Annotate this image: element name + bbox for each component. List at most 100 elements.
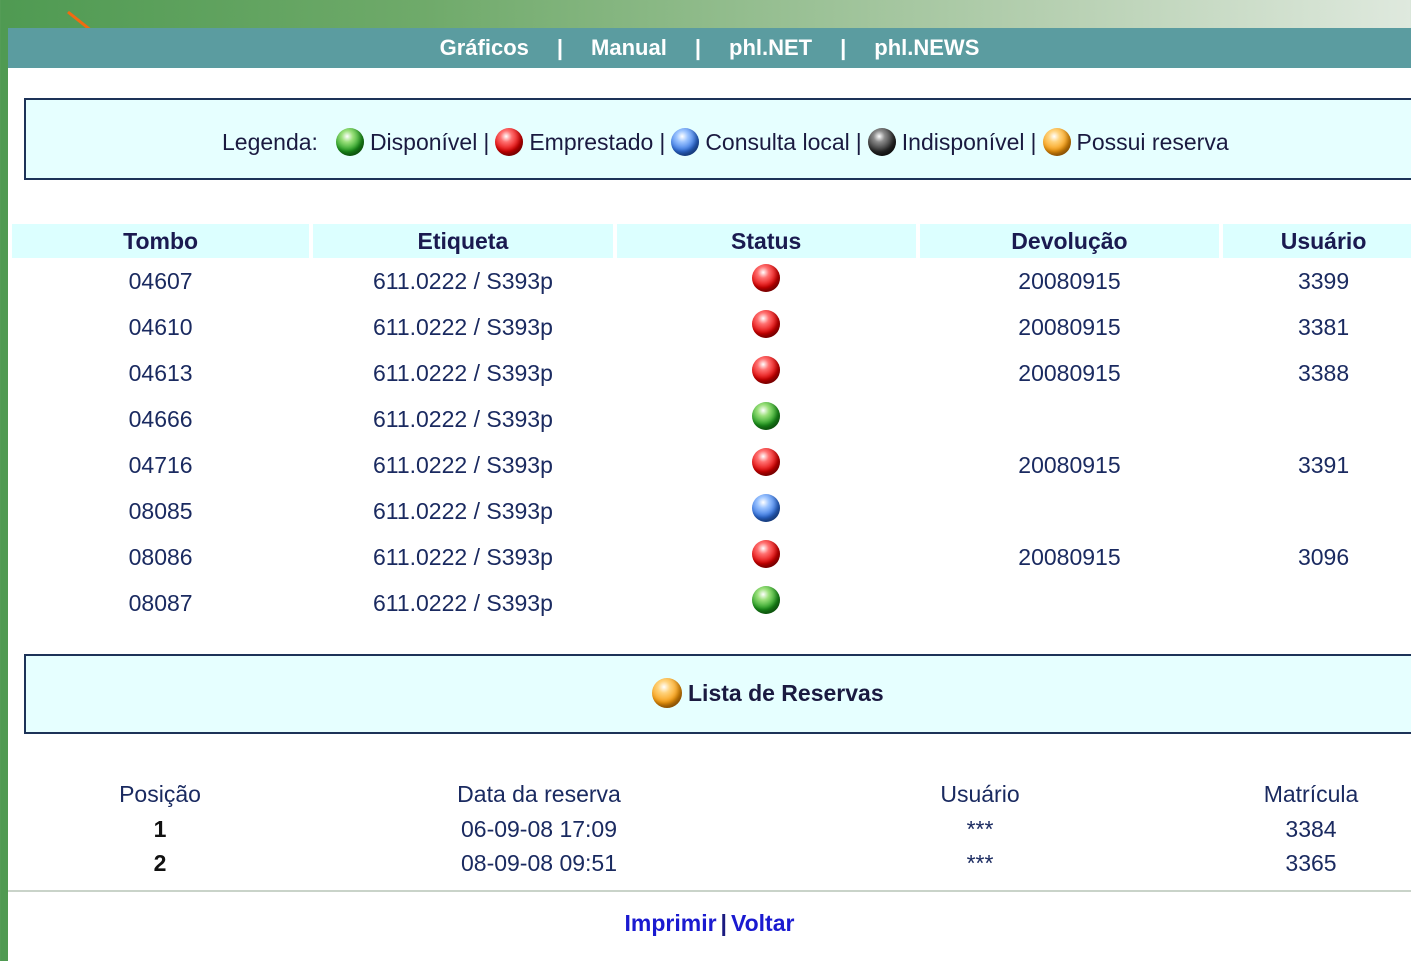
cell-usuario: *** — [966, 815, 994, 842]
cell-status — [617, 488, 916, 534]
header-usuario: Usuário — [1223, 224, 1411, 258]
cell-devolucao: 20080915 — [1018, 451, 1121, 478]
cell-status — [617, 534, 916, 580]
top-navigation: Gráficos | Manual | phl.NET | phl.NEWS — [8, 28, 1411, 68]
nav-separator: | — [694, 35, 701, 60]
cell-usuario: 3391 — [1297, 451, 1350, 478]
black-ball-icon — [867, 128, 896, 156]
cell-etiqueta: 611.0222 / S393p — [372, 497, 553, 524]
legend-item-emprestado: Emprestado | — [489, 128, 665, 156]
copies-table: Tombo Etiqueta Status Devolução Usuário … — [8, 224, 1411, 626]
header-matricula: Matrícula — [1263, 780, 1359, 807]
cell-etiqueta: 611.0222 / S393p — [372, 589, 553, 616]
cell-data-reserva: 08-09-08 09:51 — [460, 849, 617, 876]
cell-etiqueta: 611.0222 / S393p — [372, 359, 553, 386]
cell-etiqueta: 611.0222 / S393p — [372, 543, 553, 570]
red-ball-icon — [495, 128, 524, 156]
legend-label: Possui reserva — [1076, 128, 1229, 155]
header-status: Status — [616, 224, 916, 258]
cell-devolucao: 20080915 — [1018, 267, 1121, 294]
reservations-table: Posição Data da reserva Usuário Matrícul… — [8, 776, 1411, 880]
cell-devolucao — [920, 396, 1219, 442]
red-ball-icon — [752, 310, 781, 338]
legend-item-consulta-local: Consulta local | — [665, 128, 862, 156]
page: Gráficos | Manual | phl.NET | phl.NEWS L… — [8, 28, 1411, 961]
cell-status — [617, 396, 916, 442]
reservations-heading: Lista de Reservas — [652, 678, 884, 708]
header-devolucao: Devolução — [919, 224, 1220, 258]
legend-label: Disponível — [369, 128, 478, 155]
table-row: 08086 611.0222 / S393p 20080915 3096 — [12, 534, 1411, 580]
cell-devolucao — [920, 488, 1219, 534]
cell-matricula: 3365 — [1285, 849, 1337, 876]
cell-tombo: 08085 — [128, 497, 193, 524]
nav-separator: | — [556, 35, 564, 60]
orange-ball-icon — [1042, 128, 1071, 156]
cell-data-reserva: 06-09-08 17:09 — [460, 815, 617, 842]
legend-label: Consulta local — [705, 128, 850, 155]
header-etiqueta: Etiqueta — [313, 224, 613, 258]
footer-links: Imprimir | Voltar — [8, 910, 1411, 937]
cell-usuario — [1223, 580, 1411, 626]
cell-tombo: 08086 — [128, 543, 193, 570]
nav-link-phl-net[interactable]: phl.NET — [729, 35, 812, 61]
cell-devolucao: 20080915 — [1018, 359, 1121, 386]
cell-tombo: 04607 — [128, 267, 193, 294]
table-row: 08085 611.0222 / S393p — [12, 488, 1411, 534]
legend-label: Emprestado — [529, 128, 654, 155]
green-ball-icon — [335, 128, 364, 156]
red-ball-icon — [752, 264, 781, 292]
cell-tombo: 04610 — [128, 313, 193, 340]
header-usuario: Usuário — [940, 780, 1020, 807]
legend-heading: Legenda: — [222, 128, 318, 155]
table-row: 04666 611.0222 / S393p — [12, 396, 1411, 442]
cell-etiqueta: 611.0222 / S393p — [372, 267, 553, 294]
cell-usuario: 3096 — [1297, 543, 1350, 570]
print-link[interactable]: Imprimir — [625, 910, 717, 936]
cell-tombo: 04613 — [128, 359, 193, 386]
legend-label: Indisponível — [901, 128, 1025, 155]
reservations-title: Lista de Reservas — [688, 679, 884, 706]
cell-usuario — [1223, 488, 1411, 534]
cell-tombo: 08087 — [128, 589, 193, 616]
red-ball-icon — [752, 356, 781, 384]
legend: Legenda: Disponível | Emprestado | Consu… — [222, 128, 1229, 156]
copies-body: 04607 611.0222 / S393p 20080915 3399 04610 61… — [12, 258, 1411, 626]
legend-item-indisponivel: Indisponível | — [862, 128, 1037, 156]
table-row: 04613 611.0222 / S393p 20080915 3388 — [12, 350, 1411, 396]
copies-header-row: Tombo Etiqueta Status Devolução Usuário — [12, 224, 1411, 258]
cell-usuario — [1223, 396, 1411, 442]
cell-usuario: 3399 — [1297, 267, 1350, 294]
cell-usuario: 3381 — [1297, 313, 1350, 340]
cell-status — [617, 580, 916, 626]
legend-item-possui-reserva: Possui reserva — [1037, 128, 1229, 156]
reservations-box: Lista de Reservas — [24, 654, 1411, 734]
blue-ball-icon — [671, 128, 700, 156]
header-tombo: Tombo — [12, 224, 310, 258]
nav-link-phl-news[interactable]: phl.NEWS — [874, 35, 979, 61]
nav-separator: | — [840, 35, 847, 60]
reservations-body: 1 06-09-08 17:09 *** 3384 2 08-09-08 09:51 ***… — [8, 812, 1411, 880]
blue-ball-icon — [752, 494, 781, 522]
cell-etiqueta: 611.0222 / S393p — [372, 405, 553, 432]
cell-status — [617, 258, 916, 304]
legend-box: Legenda: Disponível | Emprestado | Consu… — [24, 98, 1411, 180]
table-row: 04610 611.0222 / S393p 20080915 3381 — [12, 304, 1411, 350]
cell-posicao: 2 — [153, 849, 167, 876]
back-link[interactable]: Voltar — [731, 910, 794, 936]
cell-tombo: 04716 — [128, 451, 193, 478]
red-ball-icon — [752, 540, 781, 568]
nav-link-graficos[interactable]: Gráficos — [440, 35, 529, 61]
cell-tombo: 04666 — [128, 405, 193, 432]
cell-matricula: 3384 — [1285, 815, 1337, 842]
cell-status — [617, 304, 916, 350]
legend-item-disponivel: Disponível | — [330, 128, 489, 156]
cell-devolucao — [920, 580, 1219, 626]
green-ball-icon — [752, 402, 781, 430]
green-ball-icon — [752, 586, 781, 614]
cell-devolucao: 20080915 — [1018, 543, 1121, 570]
table-row: 04716 611.0222 / S393p 20080915 3391 — [12, 442, 1411, 488]
cell-status — [617, 442, 916, 488]
divider — [8, 890, 1411, 892]
nav-link-manual[interactable]: Manual — [591, 35, 667, 61]
